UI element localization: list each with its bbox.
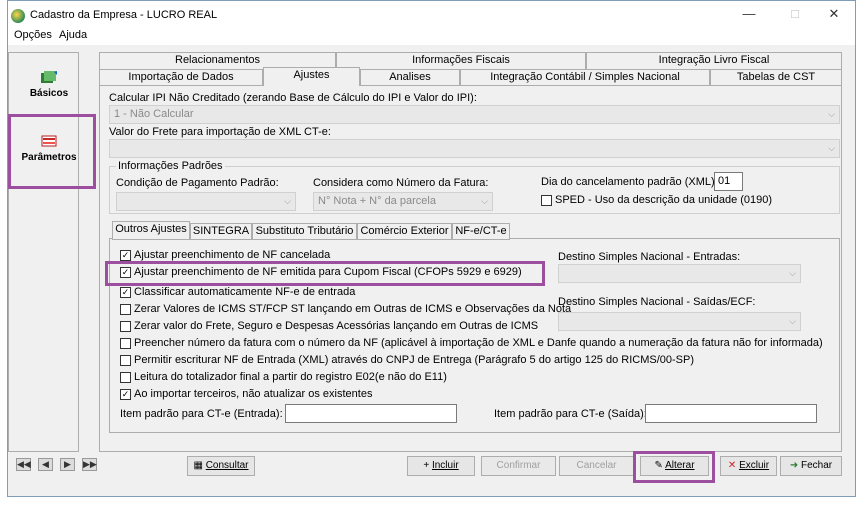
incluir-button[interactable]: + Incluir [407, 456, 475, 476]
cond-pag-label: Condição de Pagamento Padrão: [116, 177, 279, 189]
title-bar: Cadastro da Empresa - LUCRO REAL — □ ✕ [8, 1, 855, 29]
ipi-select[interactable]: 1 - Não Calcular ⌵ [109, 105, 840, 124]
chevron-down-icon: ⌵ [828, 143, 835, 153]
maximize-icon[interactable]: □ [780, 6, 810, 21]
frete-label: Valor do Frete para importação de XML CT… [109, 126, 331, 138]
tab-ajustes[interactable]: Ajustes [263, 67, 360, 86]
destino-saidas-label: Destino Simples Nacional - Saídas/ECF: [558, 296, 756, 308]
destino-entradas-select[interactable]: ⌵ [558, 264, 801, 283]
ipi-label: Calcular IPI Não Creditado (zerando Base… [109, 92, 477, 104]
delete-icon: ✕ [727, 460, 737, 471]
last-record-icon[interactable]: ▶▶ [82, 458, 97, 471]
item-cte-saida-input[interactable] [645, 404, 817, 423]
prev-record-icon[interactable]: ◀ [38, 458, 53, 471]
menu-opcoes[interactable]: Opções [14, 29, 52, 41]
check-zerar-frete[interactable] [120, 321, 131, 332]
check-cnpj-entrega-label: Permitir escriturar NF de Entrada (XML) … [134, 354, 695, 366]
nav-basicos-label: Básicos [29, 88, 69, 99]
consultar-label: Consultar [205, 460, 249, 471]
check-nf-cancelada[interactable]: ✓ [120, 250, 131, 261]
dia-cancel-input[interactable]: 01 [714, 172, 743, 191]
incluir-label: Incluir [431, 460, 459, 471]
fechar-button[interactable]: ➜ Fechar [780, 456, 842, 476]
sped-checkbox[interactable] [541, 195, 552, 206]
destino-entradas-label: Destino Simples Nacional - Entradas: [558, 251, 741, 263]
check-classificar-nfe[interactable]: ✓ [120, 287, 131, 298]
chevron-down-icon: ⌵ [284, 196, 291, 206]
num-fatura-select[interactable]: N° Nota + N° da parcela ⌵ [313, 192, 493, 211]
highlight-parametros [8, 114, 96, 189]
tab-informacoes-fiscais[interactable]: Informações Fiscais [336, 52, 586, 69]
excluir-button[interactable]: ✕ Excluir [720, 456, 777, 476]
check-preencher-fatura[interactable] [120, 338, 131, 349]
item-cte-entrada-label: Item padrão para CT-e (Entrada): [120, 408, 283, 420]
menu-ajuda[interactable]: Ajuda [59, 29, 87, 41]
exit-icon: ➜ [789, 460, 799, 471]
num-fatura-value: N° Nota + N° da parcela [318, 195, 436, 207]
next-record-icon[interactable]: ▶ [60, 458, 75, 471]
cancelar-button[interactable]: Cancelar [559, 456, 634, 476]
tab-integracao-livro-fiscal[interactable]: Integração Livro Fiscal [586, 52, 842, 69]
subtab-sintegra[interactable]: SINTEGRA [190, 223, 252, 240]
close-icon[interactable]: ✕ [819, 6, 849, 22]
fechar-label: Fechar [801, 460, 833, 471]
basicos-icon [41, 71, 57, 83]
check-totalizador-e02-label: Leitura do totalizador final a partir do… [134, 371, 447, 383]
chevron-down-icon: ⌵ [789, 316, 796, 326]
minimize-icon[interactable]: — [734, 6, 764, 21]
nav-basicos-button[interactable]: Básicos [18, 60, 80, 116]
item-cte-saida-label: Item padrão para CT-e (Saída): [494, 408, 647, 420]
excluir-label: Excluir [739, 460, 770, 471]
tab-analises[interactable]: Analises [360, 69, 460, 86]
tab-tabelas-cst[interactable]: Tabelas de CST [710, 69, 842, 86]
ipi-select-value: 1 - Não Calcular [114, 108, 194, 120]
confirmar-button[interactable]: Confirmar [481, 456, 556, 476]
check-cnpj-entrega[interactable] [120, 355, 131, 366]
check-importar-terceiros-label: Ao importar terceiros, não atualizar os … [134, 388, 373, 400]
check-preencher-fatura-label: Preencher número da fatura com o número … [134, 337, 823, 349]
num-fatura-label: Considera como Número da Fatura: [313, 177, 489, 189]
check-totalizador-e02[interactable] [120, 372, 131, 383]
subtab-substituto-tributario[interactable]: Substituto Tributário [252, 223, 357, 240]
check-importar-terceiros[interactable]: ✓ [120, 389, 131, 400]
chevron-down-icon: ⌵ [828, 109, 835, 119]
cond-pag-select[interactable]: ⌵ [116, 192, 296, 211]
window-title: Cadastro da Empresa - LUCRO REAL [30, 9, 218, 21]
consultar-button[interactable]: ▦ Consultar [187, 456, 255, 476]
menu-bar: Opções Ajuda [8, 29, 855, 45]
highlight-alterar [633, 451, 715, 483]
check-zerar-icms-st-label: Zerar Valores de ICMS ST/FCP ST lançando… [134, 303, 572, 315]
subtab-outros-ajustes[interactable]: Outros Ajustes [112, 221, 190, 240]
check-classificar-nfe-label: Classificar automaticamente NF-e de entr… [134, 286, 356, 298]
chevron-down-icon: ⌵ [481, 196, 488, 206]
tab-integracao-contabil[interactable]: Integração Contábil / Simples Nacional [460, 69, 710, 86]
highlight-cupom-fiscal [105, 261, 545, 286]
check-zerar-icms-st[interactable] [120, 304, 131, 315]
app-icon [11, 9, 25, 23]
check-zerar-frete-label: Zerar valor do Frete, Seguro e Despesas … [134, 320, 539, 332]
info-padroes-title: Informações Padrões [116, 160, 225, 172]
destino-saidas-select[interactable]: ⌵ [558, 312, 801, 331]
chevron-down-icon: ⌵ [789, 268, 796, 278]
check-nf-cancelada-label: Ajustar preenchimento de NF cancelada [134, 249, 331, 261]
first-record-icon[interactable]: ◀◀ [16, 458, 31, 471]
subtab-comercio-exterior[interactable]: Comércio Exterior [357, 223, 452, 240]
frete-select[interactable]: ⌵ [109, 139, 840, 158]
item-cte-entrada-input[interactable] [285, 404, 457, 423]
dia-cancel-label: Dia do cancelamento padrão (XML): [541, 176, 718, 188]
sped-label: SPED - Uso da descrição da unidade (0190… [555, 194, 773, 206]
tab-importacao-dados[interactable]: Importação de Dados [99, 69, 263, 86]
subtab-nfe-cte[interactable]: NF-e/CT-e [452, 223, 510, 240]
